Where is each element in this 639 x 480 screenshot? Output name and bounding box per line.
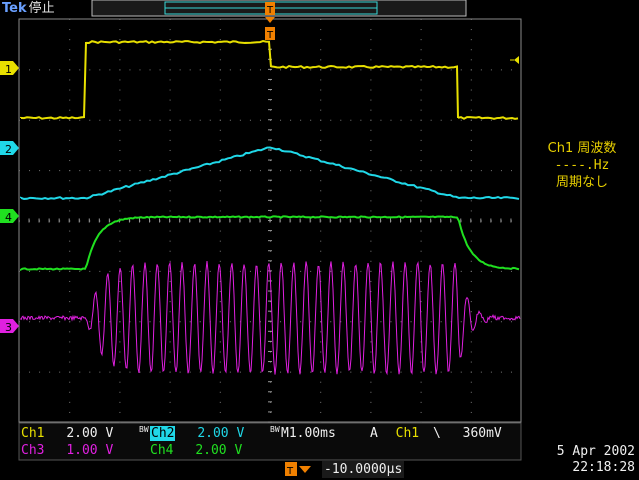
oscilloscope-screen: 1 2 4 3 T T T — [0, 0, 522, 477]
measurement-title: Ch1 周波数 — [547, 141, 617, 156]
timebase-value: 1.00ms — [288, 426, 336, 441]
svg-text:T: T — [286, 466, 294, 477]
ch4-scale: 2.00 V — [195, 443, 243, 458]
ch1-marker[interactable]: 1 — [0, 61, 19, 76]
timebase-label: M — [281, 426, 289, 441]
graticule-grid — [18, 18, 512, 423]
trigger-readout[interactable]: A Ch1 \ 360mV — [370, 425, 502, 442]
trigger-position-marker[interactable]: T T — [265, 2, 275, 41]
timebase-readout[interactable]: M1.00ms — [281, 425, 336, 442]
ch3-label: Ch3 — [21, 443, 45, 458]
ch1-readout[interactable]: Ch1 2.00 V — [21, 425, 113, 442]
trigger-level: 360mV — [462, 426, 502, 441]
svg-text:3: 3 — [5, 321, 12, 334]
time: 22:18:28 — [572, 460, 635, 475]
ch1-label: Ch1 — [21, 426, 45, 441]
ch2-bw-limit: BW — [139, 425, 149, 434]
trigger-mode: A — [370, 426, 378, 441]
ch1-scale: 2.00 V — [66, 426, 114, 441]
measurement-value: ----.Hz — [554, 158, 610, 173]
svg-text:4: 4 — [5, 211, 12, 224]
ch3-waveform — [20, 260, 521, 376]
status-header: Tek 停止 — [2, 0, 55, 18]
ch3-marker[interactable]: 3 — [0, 319, 19, 334]
trigger-slope-icon: \ — [432, 426, 441, 441]
trigger-offset-readout[interactable]: -10.0000μs — [322, 461, 405, 478]
acquisition-state: 停止 — [28, 1, 55, 16]
svg-text:T: T — [266, 30, 274, 41]
measurement-status: 周期なし — [555, 175, 608, 190]
svg-text:1: 1 — [5, 63, 12, 76]
ch2-label: Ch2 — [150, 426, 176, 441]
ch2-marker[interactable]: 2 — [0, 141, 19, 156]
trigger-source: Ch1 — [395, 426, 420, 441]
trigger-level-marker[interactable] — [514, 56, 519, 64]
date-time: 5 Apr 2002 22:18:28 — [557, 444, 635, 476]
timebase-bw-limit: BW — [270, 425, 280, 434]
trigger-offset-icon: T — [285, 462, 311, 477]
brand-logo: Tek — [2, 1, 27, 16]
measurement-panel: Ch1 周波数 ----.Hz 周期なし — [528, 140, 636, 191]
ch2-scale: 2.00 V — [197, 426, 245, 441]
date: 5 Apr 2002 — [556, 444, 635, 459]
svg-text:T: T — [266, 5, 274, 16]
ch2-readout[interactable]: Ch2 2.00 V — [150, 425, 244, 442]
ch4-readout[interactable]: Ch4 2.00 V — [150, 442, 242, 459]
ch4-marker[interactable]: 4 — [0, 209, 19, 224]
ch4-label: Ch4 — [150, 443, 174, 458]
ch3-scale: 1.00 V — [66, 443, 114, 458]
ch3-readout[interactable]: Ch3 1.00 V — [21, 442, 113, 459]
svg-text:2: 2 — [5, 143, 12, 156]
